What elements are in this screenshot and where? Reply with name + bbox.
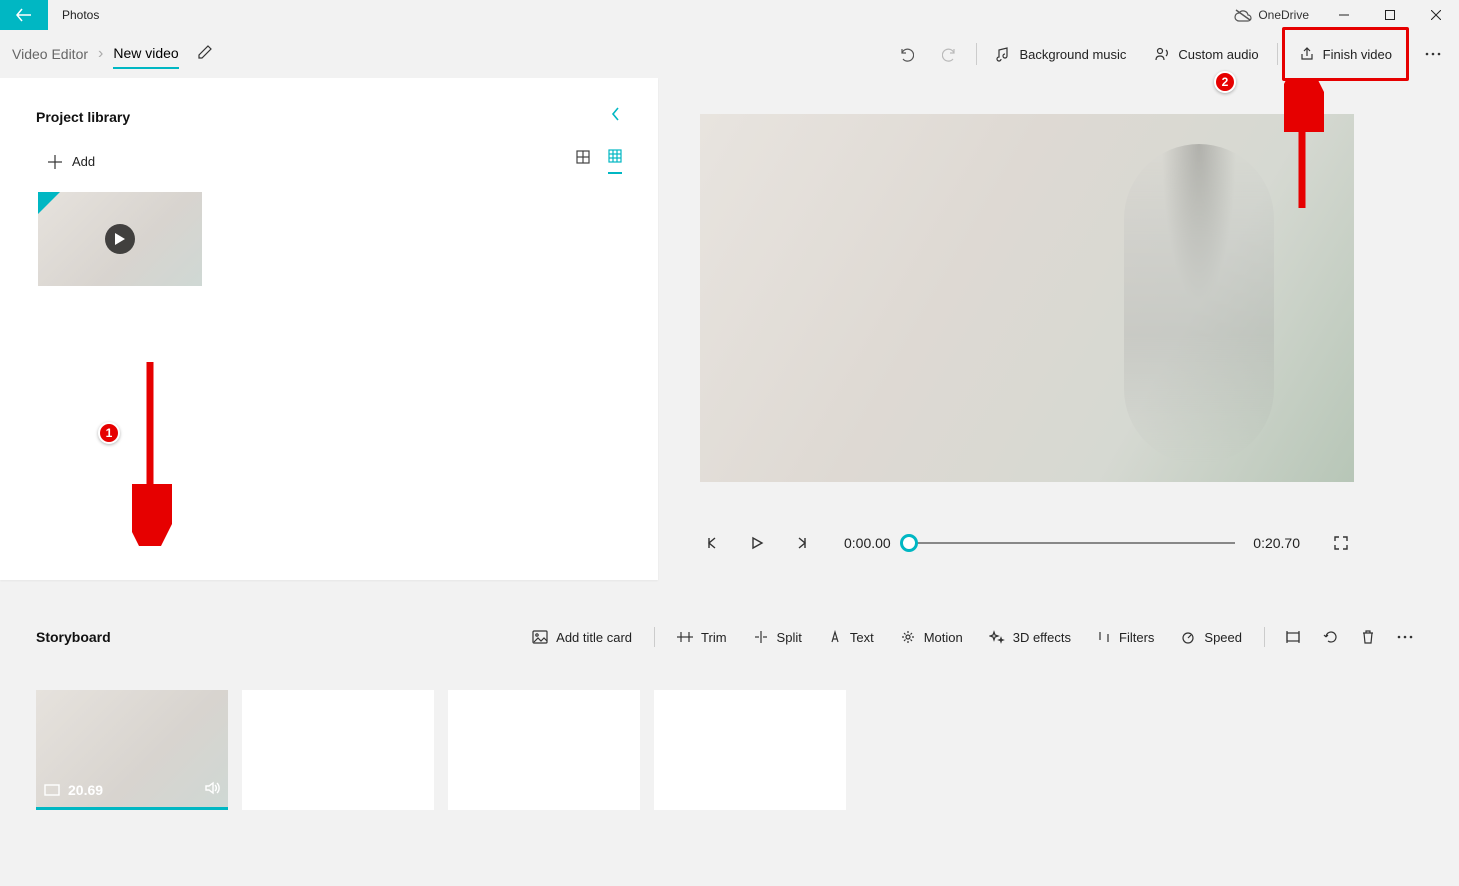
background-music-button[interactable]: Background music bbox=[981, 30, 1140, 78]
clips-row: 20.69 bbox=[36, 690, 1423, 810]
project-library-panel: Project library Add bbox=[0, 78, 658, 580]
close-button[interactable] bbox=[1413, 0, 1459, 30]
filters-icon bbox=[1097, 630, 1111, 644]
playback-controls: 0:00.00 0:20.70 bbox=[700, 530, 1354, 556]
storyboard-clip[interactable]: 20.69 bbox=[36, 690, 228, 810]
cloud-off-icon bbox=[1234, 8, 1252, 22]
sparkle-icon bbox=[989, 630, 1005, 644]
chevron-left-icon bbox=[610, 106, 622, 122]
trash-icon bbox=[1361, 630, 1375, 644]
breadcrumb-current[interactable]: New video bbox=[113, 39, 178, 69]
used-indicator-icon bbox=[38, 192, 60, 214]
storyboard-empty-slot[interactable] bbox=[448, 690, 640, 810]
titlebar: Photos OneDrive bbox=[0, 0, 1459, 30]
onedrive-status[interactable]: OneDrive bbox=[1226, 0, 1317, 30]
motion-button[interactable]: Motion bbox=[888, 620, 975, 654]
grid-view-toggle bbox=[576, 149, 622, 174]
collapse-library-button[interactable] bbox=[610, 106, 622, 127]
text-button[interactable]: Text bbox=[816, 620, 886, 654]
storyboard-title: Storyboard bbox=[36, 629, 111, 645]
speed-icon bbox=[1180, 630, 1196, 644]
app-title: Photos bbox=[62, 8, 99, 22]
storyboard-empty-slot[interactable] bbox=[654, 690, 846, 810]
redo-button[interactable] bbox=[928, 30, 972, 78]
edit-name-button[interactable] bbox=[197, 44, 213, 65]
back-button[interactable] bbox=[0, 0, 48, 30]
add-label: Add bbox=[72, 154, 95, 169]
trim-icon bbox=[677, 630, 693, 644]
rotate-button[interactable] bbox=[1313, 620, 1349, 654]
audio-person-icon bbox=[1154, 46, 1170, 62]
split-icon bbox=[753, 630, 769, 644]
library-clip-thumbnail[interactable] bbox=[38, 192, 202, 286]
play-button[interactable] bbox=[744, 530, 770, 556]
clip-duration: 20.69 bbox=[68, 782, 103, 798]
rotate-icon bbox=[1323, 630, 1339, 644]
volume-icon[interactable] bbox=[204, 781, 220, 800]
ellipsis-icon bbox=[1425, 52, 1441, 56]
text-icon bbox=[828, 630, 842, 644]
add-media-button[interactable]: Add bbox=[48, 154, 95, 169]
trim-button[interactable]: Trim bbox=[665, 620, 739, 654]
add-title-card-button[interactable]: Add title card bbox=[520, 620, 644, 654]
undo-button[interactable] bbox=[884, 30, 928, 78]
maximize-button[interactable] bbox=[1367, 0, 1413, 30]
preview-area: 0:00.00 0:20.70 bbox=[700, 114, 1354, 556]
plus-icon bbox=[48, 155, 62, 169]
finish-video-label: Finish video bbox=[1323, 47, 1392, 62]
finish-video-highlight: Finish video bbox=[1282, 27, 1409, 81]
play-thumbnail-button[interactable] bbox=[105, 224, 135, 254]
aspect-icon bbox=[44, 784, 60, 796]
crop-icon bbox=[1285, 630, 1301, 644]
main-area: Project library Add bbox=[0, 78, 1459, 886]
minimize-button[interactable] bbox=[1321, 0, 1367, 30]
previous-frame-button[interactable] bbox=[700, 530, 726, 556]
storyboard-toolbar: Add title card Trim Split Text Moti bbox=[520, 620, 1423, 654]
export-icon bbox=[1299, 46, 1315, 62]
delete-clip-button[interactable] bbox=[1351, 620, 1385, 654]
ellipsis-icon bbox=[1397, 635, 1413, 639]
crop-button[interactable] bbox=[1275, 620, 1311, 654]
more-menu-button[interactable] bbox=[1415, 30, 1451, 78]
filters-button[interactable]: Filters bbox=[1085, 620, 1166, 654]
finish-video-button[interactable]: Finish video bbox=[1285, 30, 1406, 78]
header-bar: Video Editor › New video Background musi… bbox=[0, 30, 1459, 78]
breadcrumb: Video Editor › New video bbox=[12, 39, 179, 69]
custom-audio-button[interactable]: Custom audio bbox=[1140, 30, 1272, 78]
total-time: 0:20.70 bbox=[1253, 535, 1300, 551]
music-icon bbox=[995, 46, 1011, 62]
seek-handle[interactable] bbox=[900, 534, 918, 552]
background-music-label: Background music bbox=[1019, 47, 1126, 62]
split-button[interactable]: Split bbox=[741, 620, 814, 654]
onedrive-label: OneDrive bbox=[1258, 8, 1309, 22]
large-grid-button[interactable] bbox=[576, 150, 590, 173]
3d-effects-button[interactable]: 3D effects bbox=[977, 620, 1083, 654]
seek-slider[interactable] bbox=[909, 533, 1236, 553]
storyboard-panel: Storyboard Add title card Trim Split bbox=[0, 602, 1459, 886]
fullscreen-button[interactable] bbox=[1328, 530, 1354, 556]
custom-audio-label: Custom audio bbox=[1178, 47, 1258, 62]
storyboard-empty-slot[interactable] bbox=[242, 690, 434, 810]
video-preview[interactable] bbox=[700, 114, 1354, 482]
breadcrumb-root[interactable]: Video Editor bbox=[12, 40, 88, 68]
speed-button[interactable]: Speed bbox=[1168, 620, 1254, 654]
current-time: 0:00.00 bbox=[844, 535, 891, 551]
chevron-right-icon: › bbox=[98, 45, 103, 63]
storyboard-more-button[interactable] bbox=[1387, 620, 1423, 654]
title-card-icon bbox=[532, 630, 548, 644]
project-library-title: Project library bbox=[36, 109, 130, 125]
small-grid-button[interactable] bbox=[608, 149, 622, 174]
next-frame-button[interactable] bbox=[788, 530, 814, 556]
motion-icon bbox=[900, 630, 916, 644]
